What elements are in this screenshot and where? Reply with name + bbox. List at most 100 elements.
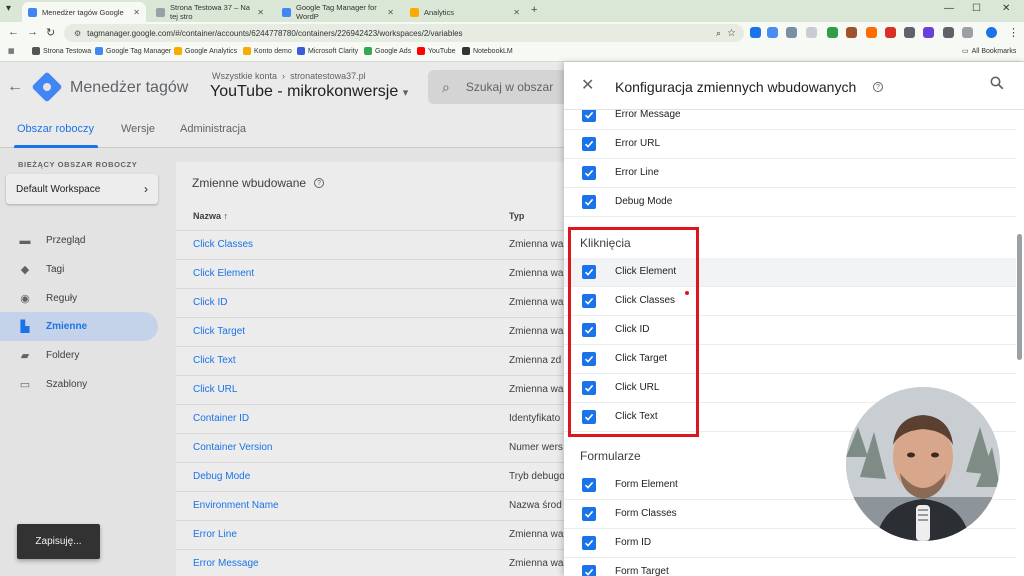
checkbox-checked[interactable] <box>582 195 596 209</box>
panel-scrollbar-thumb[interactable] <box>1017 234 1022 360</box>
variable-name-link[interactable]: Click ID <box>193 297 227 308</box>
close-tab-icon[interactable]: ✕ <box>133 8 140 17</box>
bookmark-item[interactable]: Microsoft Clarity <box>297 47 358 55</box>
bookmark-item[interactable]: Google Tag Manager <box>95 47 171 55</box>
column-header-name[interactable]: Nazwa ↑ <box>193 211 228 221</box>
checkbox-checked[interactable] <box>582 478 596 492</box>
site-info-icon[interactable]: ⚙ <box>74 29 81 38</box>
container-selector[interactable]: YouTube - mikrokonwersje ▾ <box>210 83 408 101</box>
column-header-type[interactable]: Typ <box>509 211 524 221</box>
extension-filter-icon[interactable] <box>750 27 761 38</box>
all-bookmarks[interactable]: ▭ All Bookmarks <box>962 47 1016 56</box>
variable-name-link[interactable]: Click Target <box>193 326 245 337</box>
browser-tab-analytics[interactable]: Analytics ✕ <box>404 2 526 22</box>
analytics-icon <box>174 47 182 55</box>
section-heading-forms: Formularze <box>580 449 641 463</box>
minimize-icon[interactable]: — <box>944 3 954 14</box>
forward-icon[interactable]: → <box>27 26 38 38</box>
variable-name-link[interactable]: Click URL <box>193 384 237 395</box>
extension-pin-icon[interactable] <box>885 27 896 38</box>
back-icon[interactable]: ← <box>8 26 19 38</box>
checkbox-row-form-target[interactable]: Form Target <box>564 558 1018 576</box>
close-tab-icon[interactable]: ✕ <box>513 8 520 17</box>
bookmark-label: NotebookLM <box>473 47 513 55</box>
address-bar[interactable]: ⚙ tagmanager.google.com/#/container/acco… <box>64 24 744 42</box>
extension-search-icon[interactable] <box>904 27 915 38</box>
bookmark-star-icon[interactable]: ☆ <box>727 28 736 39</box>
search-input[interactable]: ⌕ Szukaj w obszar <box>428 70 568 104</box>
browser-tab-strona[interactable]: Strona Testowa 37 – Na tej stro ✕ <box>150 2 270 22</box>
bookmark-item[interactable]: Konto demo <box>243 47 292 55</box>
extensions-puzzle-icon[interactable] <box>962 27 973 38</box>
help-icon[interactable]: ? <box>314 178 325 188</box>
account-breadcrumb[interactable]: Wszystkie konta › stronatestowa37.pl <box>212 71 366 81</box>
extension-box-icon[interactable] <box>806 27 817 38</box>
variable-name-link[interactable]: Environment Name <box>193 500 279 511</box>
sidebar-item-overview[interactable]: ▬ Przegląd <box>0 226 158 255</box>
apps-grid-icon[interactable]: ▦ <box>8 47 15 55</box>
tab-workspace[interactable]: Obszar roboczy <box>17 123 94 135</box>
table-row: Click Target Zmienna wa <box>176 317 576 346</box>
bookmark-item[interactable]: Google Analytics <box>174 47 237 55</box>
checkbox-checked[interactable] <box>582 565 596 576</box>
overview-icon: ▬ <box>19 234 31 247</box>
variable-name-link[interactable]: Click Classes <box>193 239 253 250</box>
checkbox-checked[interactable] <box>582 137 596 151</box>
bookmark-item[interactable]: YouTube <box>417 47 456 55</box>
profile-avatar[interactable] <box>986 27 997 38</box>
zoom-icon[interactable]: ⌕ <box>716 28 721 39</box>
new-tab-button[interactable]: + <box>531 4 537 16</box>
variable-name-link[interactable]: Error Message <box>193 558 259 569</box>
youtube-icon <box>417 47 425 55</box>
extension-grid-icon[interactable] <box>786 27 797 38</box>
maximize-icon[interactable]: ☐ <box>972 3 981 14</box>
extension-cookie-icon[interactable] <box>846 27 857 38</box>
sidebar-item-variables[interactable]: ▙ Zmienne <box>0 312 158 341</box>
table-row: Click URL Zmienna wa <box>176 375 576 404</box>
checkbox-checked[interactable] <box>582 536 596 550</box>
extension-counter-icon[interactable] <box>827 27 838 38</box>
checkbox-row-error-url[interactable]: Error URL <box>564 130 1018 159</box>
table-row: Click Classes Zmienna wa <box>176 230 576 259</box>
tab-versions[interactable]: Wersje <box>121 123 155 135</box>
clarity-icon <box>297 47 305 55</box>
browser-menu-icon[interactable]: ⋮ <box>1008 26 1019 39</box>
variable-name-link[interactable]: Click Element <box>193 268 254 279</box>
sidebar-item-triggers[interactable]: ◉ Reguły <box>0 284 158 313</box>
browser-tab-gtm[interactable]: Menedżer tagów Google ✕ <box>22 2 146 22</box>
checkbox-checked[interactable] <box>582 166 596 180</box>
back-arrow-icon[interactable]: ← <box>7 78 23 96</box>
reload-icon[interactable]: ↻ <box>46 26 55 39</box>
browser-tab-title: Menedżer tagów Google <box>42 7 124 17</box>
sidebar-item-templates[interactable]: ▭ Szablony <box>0 370 158 399</box>
checkbox-row-debug-mode[interactable]: Debug Mode <box>564 188 1018 217</box>
help-icon[interactable]: ? <box>873 82 883 92</box>
close-window-icon[interactable]: ✕ <box>1002 3 1010 14</box>
search-icon[interactable] <box>990 76 1004 90</box>
bookmark-item[interactable]: Google Ads <box>364 47 411 55</box>
sidebar-item-folders[interactable]: ▰ Foldery <box>0 341 158 370</box>
extension-badge-icon[interactable] <box>923 27 934 38</box>
browser-tab-gtm-wordpress[interactable]: Google Tag Manager for WordP ✕ <box>276 2 400 22</box>
variable-name-link[interactable]: Debug Mode <box>193 471 250 482</box>
close-icon[interactable]: ✕ <box>581 75 594 95</box>
close-tab-icon[interactable]: ✕ <box>387 8 394 17</box>
tab-admin[interactable]: Administracja <box>180 123 246 135</box>
workspace-selector[interactable]: Default Workspace › <box>6 174 158 204</box>
extension-rocket-icon[interactable] <box>866 27 877 38</box>
tab-search-icon[interactable]: ▾ <box>6 3 11 14</box>
extension-upload-icon[interactable] <box>943 27 954 38</box>
checkbox-checked[interactable] <box>582 108 596 122</box>
bookmark-item[interactable]: Strona Testowa <box>32 47 91 55</box>
extension-tag-icon[interactable] <box>767 27 778 38</box>
checkbox-row-error-line[interactable]: Error Line <box>564 159 1018 188</box>
checkmark-icon <box>584 481 594 489</box>
checkbox-checked[interactable] <box>582 507 596 521</box>
variable-name-link[interactable]: Click Text <box>193 355 236 366</box>
bookmark-item[interactable]: NotebookLM <box>462 47 513 55</box>
variable-name-link[interactable]: Container ID <box>193 413 249 424</box>
sidebar-item-tags[interactable]: ◆ Tagi <box>0 255 158 284</box>
variable-name-link[interactable]: Error Line <box>193 529 237 540</box>
variable-name-link[interactable]: Container Version <box>193 442 273 453</box>
close-tab-icon[interactable]: ✕ <box>257 8 264 17</box>
